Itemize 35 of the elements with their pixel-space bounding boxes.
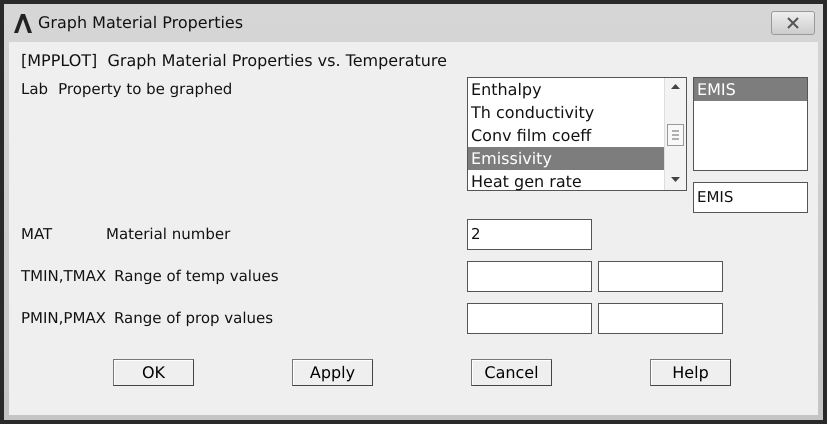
list-item[interactable]: Th conductivity [468,101,664,124]
input-field[interactable] [598,302,723,334]
parameter-label: Range of prop values [114,308,274,329]
parameter-code: PMIN,PMAX [21,308,106,329]
parameter-label: Material number [106,224,230,245]
parameter-code: TMIN,TMAX [21,266,106,287]
dialog-heading: [MPPLOT] Graph Material Properties vs. Temperature [21,50,448,72]
close-button[interactable] [771,11,815,35]
close-icon [786,17,800,29]
scroll-up-icon [671,84,680,89]
input-field[interactable]: 2 [467,218,592,250]
window-title: Graph Material Properties [38,12,244,34]
dialog-button[interactable]: Help [650,359,731,386]
list-item[interactable]: Conv film coeff [468,124,664,147]
list-item[interactable]: Emissivity [468,147,664,170]
property-list[interactable]: Enthalpy Th conductivity Conv film coeff Emissivity Heat gen rate [467,77,687,191]
dialog-button[interactable]: OK [113,359,194,386]
parameter-label: Property to be graphed [58,79,232,100]
list-item[interactable]: Enthalpy [468,78,664,101]
input-field[interactable] [467,260,592,292]
label-field[interactable]: EMIS [693,182,808,213]
selection-list[interactable]: EMIS [693,77,808,171]
list-item[interactable]: Heat gen rate [468,170,664,193]
list-item[interactable]: EMIS [694,78,807,101]
input-field[interactable] [467,302,592,334]
dialog-button[interactable]: Apply [292,359,373,386]
parameter-label: Range of temp values [114,266,279,287]
input-field[interactable] [598,260,723,292]
parameter-code: Lab [21,79,48,100]
scrollbar[interactable] [664,78,686,190]
dialog-button[interactable]: Cancel [471,359,552,386]
logo-icon [12,12,34,34]
scroll-down-icon [671,177,680,182]
parameter-code: MAT [21,224,54,245]
scroll-thumb[interactable] [667,124,684,146]
